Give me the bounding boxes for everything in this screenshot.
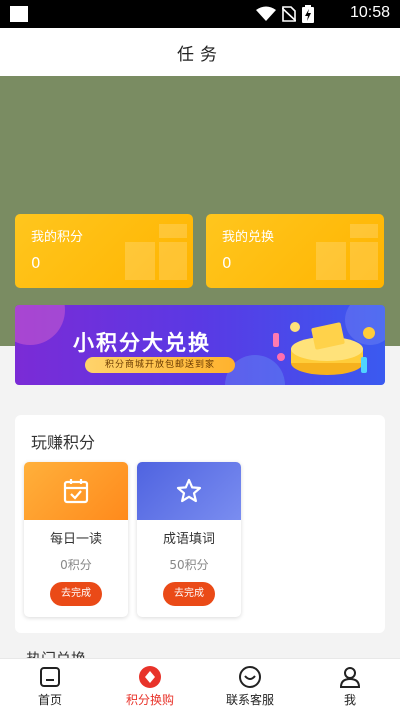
task-points: 50积分 bbox=[169, 558, 209, 572]
battery-icon bbox=[302, 5, 314, 23]
banner-blob bbox=[15, 305, 65, 345]
banner-subtitle: 积分商城开放包邮送到家 bbox=[85, 357, 235, 373]
status-icons bbox=[256, 5, 314, 23]
wifi-icon bbox=[256, 6, 276, 21]
complete-task-button[interactable]: 去完成 bbox=[50, 582, 102, 606]
user-icon bbox=[339, 667, 361, 688]
complete-task-button[interactable]: 去完成 bbox=[163, 582, 215, 606]
my-points-value: 0 bbox=[31, 254, 41, 272]
tab-home[interactable]: 首页 bbox=[0, 659, 100, 710]
page-title: 任务 bbox=[177, 44, 223, 65]
coin-platform-illustration bbox=[273, 322, 375, 375]
tab-me[interactable]: 我 bbox=[300, 659, 400, 710]
points-exchange-banner[interactable]: 小积分大兑换 积分商城开放包邮送到家 bbox=[15, 305, 385, 385]
task-card-daily-read[interactable]: 每日一读 0积分 去完成 bbox=[24, 462, 128, 617]
tab-customer-service-label: 联系客服 bbox=[225, 693, 274, 707]
no-sim-icon bbox=[282, 6, 296, 22]
tab-points-shop[interactable]: 积分换购 bbox=[100, 659, 200, 710]
card-decoration bbox=[316, 224, 380, 282]
title-bar: 任务 bbox=[0, 28, 400, 76]
status-time: 10:58 bbox=[349, 4, 390, 21]
tab-home-label: 首页 bbox=[37, 693, 62, 707]
task-header bbox=[137, 462, 241, 520]
my-points-label: 我的积分 bbox=[31, 230, 84, 245]
my-exchange-card[interactable]: 我的兑换 0 bbox=[206, 214, 384, 288]
task-header bbox=[24, 462, 128, 520]
banner-title: 小积分大兑换 bbox=[73, 331, 211, 355]
home-icon bbox=[40, 667, 60, 687]
earn-points-title: 玩赚积分 bbox=[31, 433, 96, 452]
customer-service-icon bbox=[239, 666, 261, 688]
my-points-card[interactable]: 我的积分 0 bbox=[15, 214, 193, 288]
bottom-tab-bar: 首页 积分换购 联系客服 我 bbox=[0, 658, 400, 710]
star-icon bbox=[176, 478, 202, 503]
task-card-idiom-fill[interactable]: 成语填词 50积分 去完成 bbox=[137, 462, 241, 617]
task-name: 每日一读 bbox=[49, 532, 102, 547]
my-exchange-label: 我的兑换 bbox=[222, 230, 275, 245]
card-decoration bbox=[125, 224, 189, 282]
tab-me-label: 我 bbox=[343, 693, 356, 707]
my-exchange-value: 0 bbox=[222, 254, 232, 272]
task-points: 0积分 bbox=[60, 558, 92, 572]
notification-icon bbox=[10, 6, 28, 22]
tab-points-shop-label: 积分换购 bbox=[125, 693, 174, 707]
points-shop-icon bbox=[139, 666, 161, 688]
status-bar: 10:58 bbox=[0, 0, 400, 28]
calendar-check-icon bbox=[63, 479, 89, 504]
task-name: 成语填词 bbox=[162, 532, 215, 547]
tab-customer-service[interactable]: 联系客服 bbox=[200, 659, 300, 710]
earn-points-panel: 玩赚积分 每日一读 0积分 去完成 成语填词 50积分 去完成 bbox=[15, 415, 385, 633]
